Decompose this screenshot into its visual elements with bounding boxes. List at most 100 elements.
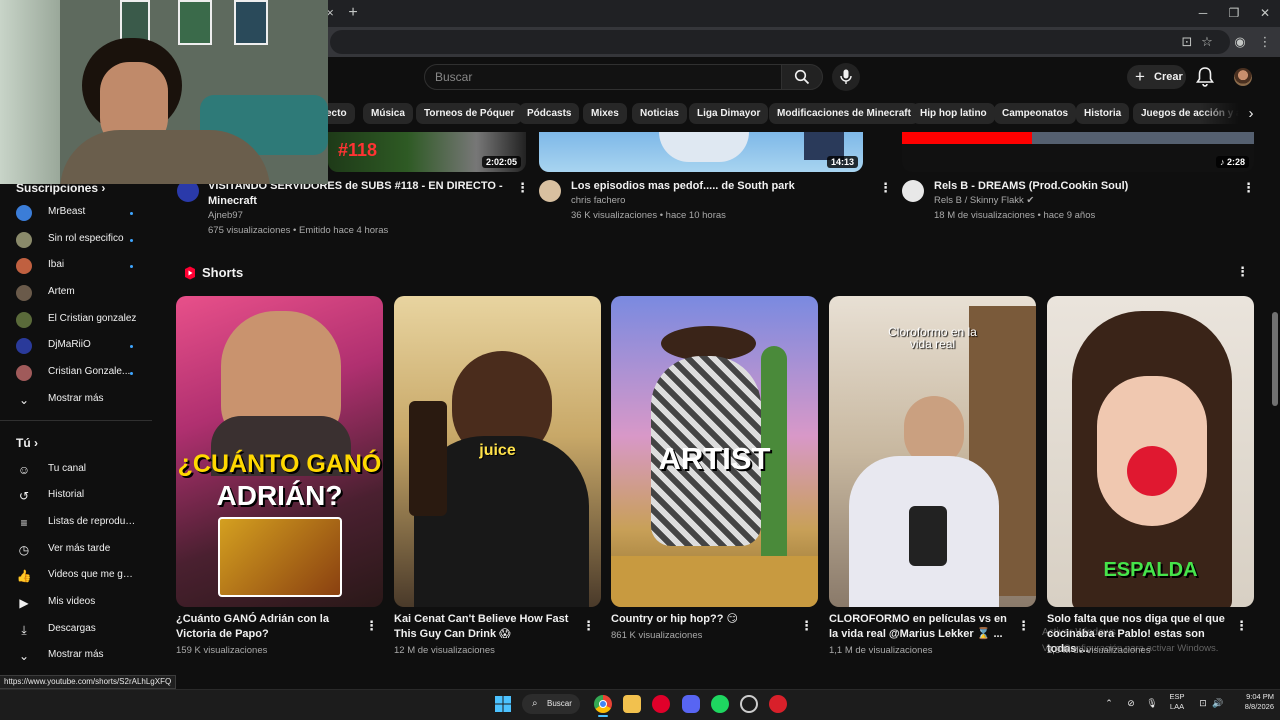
- short-title[interactable]: Country or hip hop?? 😏: [611, 612, 791, 627]
- language-indicator[interactable]: ESP LAA: [1166, 692, 1188, 712]
- chip-championships[interactable]: Campeonatos: [994, 103, 1077, 124]
- video-title[interactable]: Rels B - DREAMS (Prod.Cookin Soul): [934, 179, 1234, 194]
- short-title[interactable]: ¿Cuánto GANÓ Adrián con la Victoria de P…: [176, 612, 356, 642]
- more-options-icon[interactable]: ⋮: [1235, 618, 1248, 634]
- more-options-icon[interactable]: ⋮: [582, 618, 595, 634]
- search-button[interactable]: [781, 64, 823, 90]
- more-options-icon[interactable]: ⋮: [1236, 264, 1249, 280]
- channel-avatar[interactable]: [539, 180, 561, 202]
- short-title[interactable]: Kai Cenat Can't Believe How Fast This Gu…: [394, 612, 574, 642]
- channel-name[interactable]: Rels B / Skinny Flakk ✔: [934, 194, 1034, 208]
- sidebar-item-label: Listas de reproducc...: [48, 516, 138, 527]
- address-bar[interactable]: [330, 30, 1230, 54]
- chip-news[interactable]: Noticias: [632, 103, 687, 124]
- video-thumbnail[interactable]: 14:13: [539, 132, 863, 172]
- sidebar-item-liked-videos[interactable]: 👍 Videos que me gus...: [0, 565, 150, 587]
- discord-icon[interactable]: [682, 695, 700, 713]
- chip-latin-hiphop[interactable]: Hip hop latino: [912, 103, 995, 124]
- overlay-text: juice: [479, 442, 516, 459]
- phone-shape: [909, 506, 947, 566]
- video-thumbnail[interactable]: #118 2:02:05: [328, 132, 526, 172]
- voice-search-button[interactable]: [832, 63, 860, 91]
- sidebar-item-sin-rol[interactable]: Sin rol especifico: [0, 229, 150, 251]
- sidebar-item-mrbeast[interactable]: MrBeast: [0, 202, 150, 224]
- channel-name[interactable]: Ajneb97: [208, 209, 243, 223]
- show-more-you[interactable]: ⌄ Mostrar más: [0, 645, 150, 667]
- microphone-icon: [840, 69, 852, 84]
- short-thumbnail[interactable]: juice: [394, 296, 601, 607]
- show-more-subscriptions[interactable]: ⌄ Mostrar más: [0, 389, 150, 411]
- chip-liga-dimayor[interactable]: Liga Dimayor: [689, 103, 769, 124]
- microphone-icon[interactable]: 🎙: [1146, 697, 1158, 709]
- sidebar-item-downloads[interactable]: ⤓ Descargas: [0, 619, 150, 641]
- create-button[interactable]: + Crear: [1127, 65, 1186, 89]
- new-content-dot: [130, 372, 133, 375]
- tray-overflow-icon[interactable]: ⌃: [1103, 697, 1115, 709]
- app-icon[interactable]: [769, 695, 787, 713]
- more-options-icon[interactable]: ⋮: [800, 618, 813, 634]
- sidebar-item-watch-later[interactable]: ◷ Ver más tarde: [0, 539, 150, 561]
- sidebar-item-ibai[interactable]: Ibai: [0, 255, 150, 277]
- opera-icon[interactable]: [652, 695, 670, 713]
- video-duration: 14:13: [826, 156, 858, 168]
- sidebar-item-cristian-gonzalez[interactable]: Cristian Gonzale...: [0, 362, 150, 384]
- tray-app-icon[interactable]: ⊘: [1125, 697, 1137, 709]
- short-thumbnail[interactable]: ESPALDA: [1047, 296, 1254, 607]
- file-explorer-icon[interactable]: [623, 695, 641, 713]
- new-tab-button[interactable]: +: [345, 4, 361, 22]
- sidebar-item-djmariio[interactable]: DjMaRiiO: [0, 335, 150, 357]
- chip-poker[interactable]: Torneos de Póquer: [416, 103, 523, 124]
- chrome-icon[interactable]: [594, 695, 612, 713]
- account-avatar[interactable]: [1234, 68, 1252, 86]
- spotify-icon[interactable]: [711, 695, 729, 713]
- minimize-icon[interactable]: ─: [1192, 4, 1214, 22]
- shirt-shape: [60, 130, 270, 184]
- video-thumbnail[interactable]: ♪ 2:28: [902, 132, 1254, 172]
- chip-podcasts[interactable]: Pódcasts: [519, 103, 580, 124]
- browser-menu-icon[interactable]: ⋮: [1256, 33, 1274, 51]
- short-thumbnail[interactable]: ¿CUÁNTO GANÓ ADRIÁN?: [176, 296, 383, 607]
- sidebar-item-artem[interactable]: Artem: [0, 282, 150, 304]
- channel-name-text: Rels B / Skinny Flakk: [934, 195, 1024, 206]
- bookmark-star-icon[interactable]: ☆: [1198, 33, 1216, 51]
- video-title[interactable]: Los episodios mas pedof..... de South pa…: [571, 179, 871, 194]
- overlay-text: ¿CUÁNTO GANÓ: [177, 450, 382, 478]
- channel-name[interactable]: chris fachero: [571, 194, 625, 208]
- keyboard-layout: LAA: [1169, 702, 1185, 711]
- clock[interactable]: 9:04 PM 8/8/2026: [1230, 692, 1274, 712]
- profile-icon[interactable]: ◉: [1231, 33, 1249, 51]
- app-icon[interactable]: [740, 695, 758, 713]
- network-icon[interactable]: ⊡: [1197, 697, 1209, 709]
- more-options-icon[interactable]: ⋮: [365, 618, 378, 634]
- sidebar-item-my-videos[interactable]: ▶ Mis videos: [0, 592, 150, 614]
- short-thumbnail[interactable]: Cloroformo en la vida real: [829, 296, 1036, 607]
- close-window-icon[interactable]: ✕: [1254, 4, 1276, 22]
- sidebar-item-label: Sin rol especifico: [48, 233, 124, 244]
- short-thumbnail[interactable]: ARTIST: [611, 296, 818, 607]
- short-title[interactable]: CLOROFORMO en películas vs en la vida re…: [829, 612, 1009, 642]
- restore-icon[interactable]: ❐: [1223, 4, 1245, 22]
- chip-history[interactable]: Historia: [1076, 103, 1130, 124]
- more-options-icon[interactable]: ⋮: [516, 180, 529, 196]
- chip-minecraft-mods[interactable]: Modificaciones de Minecraft: [769, 103, 919, 124]
- notifications-bell-icon[interactable]: [1195, 66, 1215, 88]
- you-header[interactable]: Tú ›: [16, 436, 38, 450]
- sidebar-item-history[interactable]: ↺ Historial: [0, 485, 150, 507]
- sidebar-item-your-channel[interactable]: ☺ Tu canal: [0, 459, 150, 481]
- more-options-icon[interactable]: ⋮: [879, 180, 892, 196]
- sidebar-item-playlists[interactable]: ≡ Listas de reproducc...: [0, 512, 150, 534]
- channel-avatar[interactable]: [902, 180, 924, 202]
- taskbar-search-button[interactable]: ⌕ Buscar: [522, 694, 580, 714]
- chip-music[interactable]: Música: [363, 103, 413, 124]
- windows-start-icon[interactable]: [494, 695, 512, 713]
- search-input[interactable]: [425, 65, 781, 89]
- scrollbar-thumb[interactable]: [1272, 312, 1278, 406]
- chevron-right-icon[interactable]: ›: [1241, 103, 1261, 124]
- more-options-icon[interactable]: ⋮: [1017, 618, 1030, 634]
- volume-icon[interactable]: 🔊: [1212, 697, 1224, 709]
- install-app-icon[interactable]: ⊡: [1178, 33, 1196, 51]
- more-options-icon[interactable]: ⋮: [1242, 180, 1255, 196]
- chip-mixes[interactable]: Mixes: [583, 103, 627, 124]
- short-views: 12 M de visualizaciones: [394, 645, 495, 656]
- sidebar-item-el-cristian[interactable]: El Cristian gonzalez: [0, 309, 150, 331]
